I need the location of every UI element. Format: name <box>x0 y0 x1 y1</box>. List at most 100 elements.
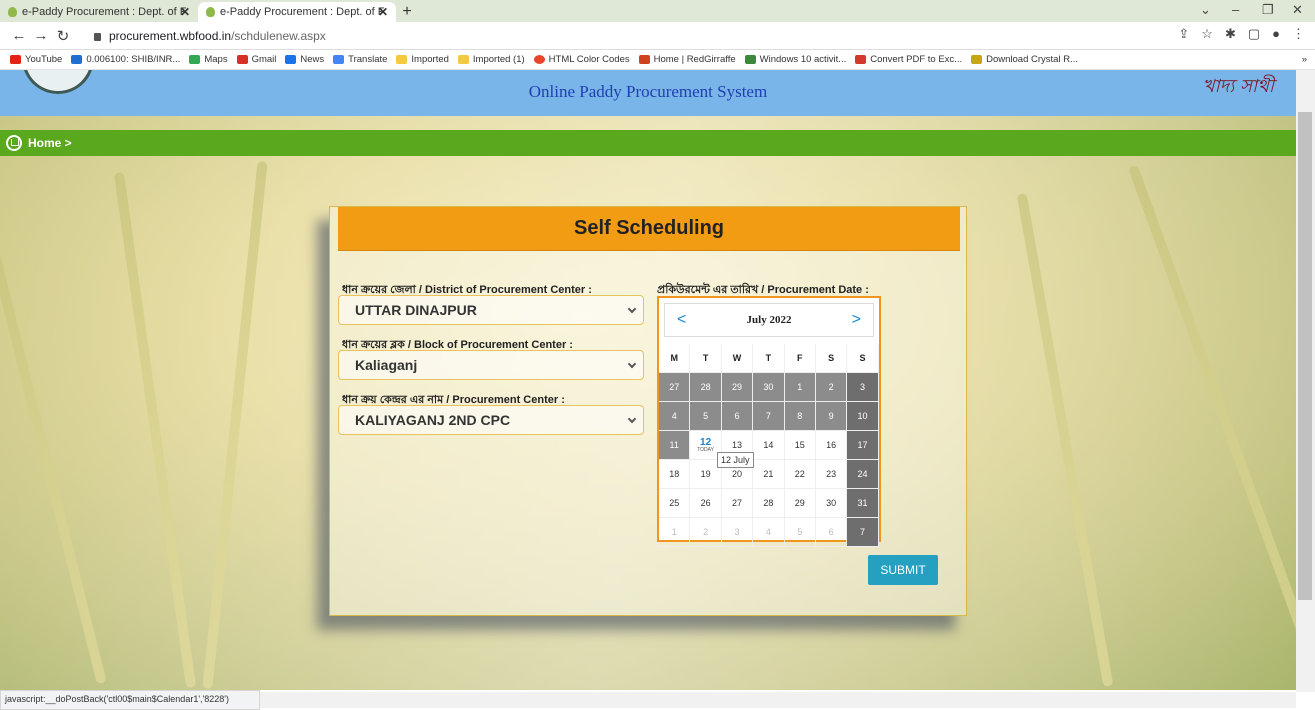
calendar-day[interactable]: 18 <box>659 460 691 489</box>
pdf-icon <box>855 55 867 64</box>
calendar-day[interactable]: 25 <box>659 489 691 518</box>
center-select[interactable]: KALIYAGANJ 2ND CPC <box>338 405 644 435</box>
weekday-header: F <box>784 344 816 373</box>
reload-icon[interactable]: ↻ <box>52 27 74 45</box>
weekday-header: T <box>690 344 722 373</box>
bookmark-folder-imported[interactable]: Imported <box>396 54 449 65</box>
chevron-down-icon <box>627 414 637 424</box>
back-arrow-icon[interactable]: ← <box>8 27 30 44</box>
url-path: /schdulenew.aspx <box>231 28 326 43</box>
procurement-calendar: < July 2022 > M T W T F S S 27 28 29 30 1 2 3 4 5 6 7 8 9 10… <box>657 296 881 547</box>
weekday-header: W <box>721 344 754 373</box>
breadcrumb-home-link[interactable]: Home > <box>28 136 72 150</box>
block-value: Kaliaganj <box>355 357 418 373</box>
forward-arrow-icon[interactable]: → <box>30 27 52 44</box>
calendar-day[interactable]: 15 <box>784 431 816 460</box>
calendar-day[interactable]: 26 <box>690 489 722 518</box>
tab-title: e-Paddy Procurement : Dept. of F <box>22 6 187 18</box>
khadya-sathi-logo: খাদ্য সাথী <box>1202 76 1274 97</box>
calendar-day[interactable]: 21 <box>753 460 785 489</box>
district-select[interactable]: UTTAR DINAJPUR <box>338 295 644 325</box>
calendar-day[interactable]: 22 <box>784 460 816 489</box>
calendar-day: 3 <box>847 373 879 402</box>
bookmark-windows-activation[interactable]: Windows 10 activit... <box>744 54 846 65</box>
calendar-day: 2 <box>690 518 722 547</box>
calendar-day: 1 <box>784 373 816 402</box>
color-wheel-icon <box>533 55 545 64</box>
browser-tab-1[interactable]: e-Paddy Procurement : Dept. of F ✕ <box>0 2 198 22</box>
site-header: Online Paddy Procurement System খাদ্য সা… <box>0 70 1296 116</box>
youtube-icon <box>10 55 21 64</box>
bookmark-youtube[interactable]: YouTube <box>10 54 62 65</box>
minimize-button[interactable]: – <box>1232 2 1239 17</box>
bookmark-gmail[interactable]: Gmail <box>236 54 276 65</box>
bookmark-download-crystal[interactable]: Download Crystal R... <box>971 54 1078 65</box>
calendar-day: 7 <box>753 402 785 431</box>
calendar-week-row: 11 12 TODAY 13 14 15 16 17 <box>659 431 879 460</box>
bookmark-html-color-codes[interactable]: HTML Color Codes <box>533 54 630 65</box>
news-icon <box>285 55 297 64</box>
close-window-button[interactable]: ✕ <box>1292 2 1303 18</box>
calendar-day: 3 <box>721 518 754 547</box>
calendar-day[interactable]: 27 <box>721 489 754 518</box>
bookmarks-bar: YouTube 0.006100: SHIB/INR... Maps Gmail… <box>0 50 1315 70</box>
address-bar: ← → ↻ procurement.wbfood.in/schdulenew.a… <box>0 22 1315 50</box>
district-value: UTTAR DINAJPUR <box>355 302 477 318</box>
calendar-header: < July 2022 > <box>664 303 874 337</box>
giraffe-icon <box>638 55 650 64</box>
calendar-week-row: 4 5 6 7 8 9 10 <box>659 402 879 431</box>
bookmark-shib[interactable]: 0.006100: SHIB/INR... <box>71 54 180 65</box>
block-select[interactable]: Kaliaganj <box>338 350 644 380</box>
calendar-day[interactable]: 14 <box>753 431 785 460</box>
date-tooltip: 12 July <box>717 452 754 468</box>
tab-search-chevron-icon[interactable]: ⌄ <box>1200 2 1211 18</box>
bookmark-maps[interactable]: Maps <box>189 54 228 65</box>
profile-avatar-icon[interactable]: ● <box>1272 26 1280 42</box>
calendar-day[interactable]: 28 <box>753 489 785 518</box>
calendar-weekday-row: MTWTFSS <box>659 344 879 373</box>
share-icon[interactable]: ⇪ <box>1178 26 1189 42</box>
home-icon[interactable] <box>6 135 22 151</box>
calendar-day: 10 <box>847 402 879 431</box>
weekday-header: S <box>815 344 848 373</box>
bookmark-star-icon[interactable]: ☆ <box>1201 26 1213 42</box>
site-favicon-icon <box>206 7 215 17</box>
bookmark-translate[interactable]: Translate <box>333 54 387 65</box>
calendar-day[interactable]: 23 <box>815 460 848 489</box>
sidebar-icon[interactable]: ▢ <box>1248 26 1260 42</box>
toolbar-icons: ⇪ ☆ ✱ ▢ ● ⋮ <box>1178 26 1305 42</box>
tab-close-icon[interactable]: ✕ <box>180 5 190 19</box>
calendar-day[interactable]: 16 <box>815 431 848 460</box>
calendar-day: 2 <box>815 373 848 402</box>
horizontal-scrollbar[interactable] <box>260 692 1296 708</box>
url-domain: procurement.wbfood.in <box>109 28 232 43</box>
breadcrumb: Home > <box>0 130 1296 156</box>
tek-icon <box>971 55 983 64</box>
next-month-button[interactable]: > <box>852 311 861 329</box>
calendar-day: 4 <box>753 518 785 547</box>
bookmark-news[interactable]: News <box>285 54 324 65</box>
submit-button[interactable]: SUBMIT <box>868 555 938 585</box>
govt-emblem-logo <box>22 70 94 94</box>
bookmark-folder-imported-1[interactable]: Imported (1) <box>457 54 525 65</box>
panel-header: Self Scheduling <box>338 207 960 251</box>
url-field[interactable]: procurement.wbfood.in/schdulenew.aspx <box>94 25 326 47</box>
chevron-down-icon <box>627 304 637 314</box>
prev-month-button[interactable]: < <box>677 311 686 329</box>
vertical-scrollbar-thumb[interactable] <box>1298 112 1312 600</box>
bookmark-convert-pdf[interactable]: Convert PDF to Exc... <box>855 54 962 65</box>
calendar-day: 24 <box>847 460 879 489</box>
calendar-day: 6 <box>815 518 848 547</box>
folder-icon <box>457 55 469 64</box>
calendar-week-row: 27 28 29 30 1 2 3 <box>659 373 879 402</box>
bookmark-redgirraffe[interactable]: Home | RedGirraffe <box>638 54 736 65</box>
browser-tab-2[interactable]: e-Paddy Procurement : Dept. of F ✕ <box>198 2 396 22</box>
more-bookmarks-icon[interactable]: » <box>1302 54 1307 65</box>
extensions-icon[interactable]: ✱ <box>1225 26 1236 42</box>
restore-button[interactable]: ❐ <box>1262 2 1274 18</box>
tab-close-icon[interactable]: ✕ <box>378 5 388 19</box>
calendar-day[interactable]: 30 <box>815 489 848 518</box>
new-tab-button[interactable]: + <box>396 2 418 22</box>
calendar-day[interactable]: 29 <box>784 489 816 518</box>
menu-icon[interactable]: ⋮ <box>1292 26 1305 42</box>
